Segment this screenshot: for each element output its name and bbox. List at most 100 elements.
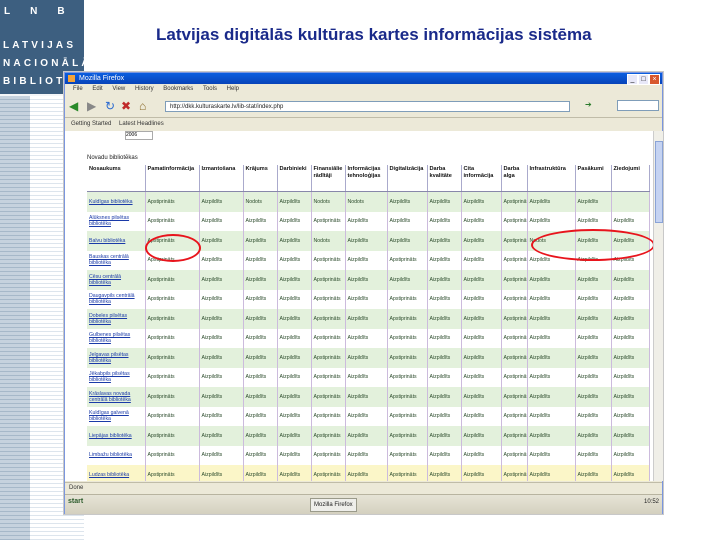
status-cell[interactable]: Aizpildīts [461, 289, 502, 309]
status-cell[interactable]: Aizpildīts [243, 250, 278, 270]
status-cell[interactable]: Apstiprināts [311, 250, 346, 270]
menu-view[interactable]: View [112, 86, 125, 92]
status-cell[interactable]: Aizpildīts [611, 445, 650, 465]
status-cell[interactable]: Apstiprināts [311, 387, 346, 407]
status-cell[interactable]: Aizpildīts [387, 231, 428, 251]
status-cell[interactable]: Aizpildīts [427, 367, 462, 387]
status-cell[interactable]: Apstiprināts [501, 231, 528, 251]
status-cell[interactable]: Apstiprināts [311, 445, 346, 465]
status-cell[interactable]: Aizpildīts [199, 270, 244, 290]
status-cell[interactable]: Aizpildīts [427, 231, 462, 251]
status-cell[interactable]: Nodots [345, 191, 388, 212]
status-cell[interactable]: Apstiprināts [145, 309, 200, 329]
menu-help[interactable]: Help [227, 86, 239, 92]
start-button[interactable]: start [68, 498, 83, 505]
library-name-link[interactable]: Daugavpils centrālā bibliotēka [87, 289, 146, 309]
status-cell[interactable]: Apstiprināts [501, 445, 528, 465]
status-cell[interactable]: Aizpildīts [277, 445, 312, 465]
library-name-link[interactable]: Cēsu centrālā bibliotēka [87, 270, 146, 290]
status-cell[interactable]: Aizpildīts [277, 426, 312, 446]
status-cell[interactable]: Apstiprināts [145, 406, 200, 426]
status-cell[interactable]: Apstiprināts [311, 367, 346, 387]
status-cell[interactable]: Aizpildīts [461, 328, 502, 348]
status-cell[interactable] [611, 191, 650, 212]
status-cell[interactable]: Aizpildīts [611, 406, 650, 426]
status-cell[interactable]: Aizpildīts [345, 348, 388, 368]
status-cell[interactable]: Aizpildīts [527, 406, 576, 426]
bookmark-latest-headlines[interactable]: Latest Headlines [119, 121, 164, 127]
status-cell[interactable]: Apstiprināts [311, 309, 346, 329]
status-cell[interactable]: Apstiprināts [501, 328, 528, 348]
status-cell[interactable]: Aizpildīts [243, 445, 278, 465]
library-name-link[interactable]: Dobeles pilsētas bibliotēka [87, 309, 146, 329]
status-cell[interactable]: Aizpildīts [427, 328, 462, 348]
status-cell[interactable]: Aizpildīts [345, 465, 388, 481]
status-cell[interactable]: Apstiprināts [145, 445, 200, 465]
status-cell[interactable]: Apstiprināts [145, 465, 200, 481]
status-cell[interactable]: Aizpildīts [199, 387, 244, 407]
status-cell[interactable]: Aizpildīts [575, 191, 612, 212]
library-name-link[interactable]: Kuldīgas bibliotēka [87, 191, 146, 212]
status-cell[interactable]: Aizpildīts [199, 231, 244, 251]
address-bar[interactable]: http://dkk.kulturaskarte.lv/lib-stat/ind… [165, 101, 570, 112]
status-cell[interactable]: Aizpildīts [427, 426, 462, 446]
status-cell[interactable]: Apstiprināts [311, 406, 346, 426]
status-cell[interactable]: Aizpildīts [527, 387, 576, 407]
status-cell[interactable]: Aizpildīts [277, 348, 312, 368]
library-name-link[interactable]: Ludzas bibliotēka [87, 465, 146, 481]
status-cell[interactable]: Aizpildīts [277, 231, 312, 251]
status-cell[interactable]: Apstiprināts [387, 309, 428, 329]
status-cell[interactable]: Aizpildīts [461, 309, 502, 329]
status-cell[interactable]: Apstiprināts [145, 387, 200, 407]
status-cell[interactable]: Aizpildīts [199, 406, 244, 426]
status-cell[interactable]: Aizpildīts [611, 270, 650, 290]
status-cell[interactable]: Apstiprināts [145, 348, 200, 368]
status-cell[interactable]: Apstiprināts [387, 445, 428, 465]
status-cell[interactable]: Aizpildīts [575, 328, 612, 348]
status-cell[interactable]: Aizpildīts [199, 465, 244, 481]
library-name-link[interactable]: Liepājas bibliotēka [87, 426, 146, 446]
status-cell[interactable]: Aizpildīts [461, 465, 502, 481]
library-name-link[interactable]: Jēkabpils pilsētas bibliotēka [87, 367, 146, 387]
library-name-link[interactable]: Jelgavas pilsētas bibliotēka [87, 348, 146, 368]
status-cell[interactable]: Aizpildīts [527, 367, 576, 387]
status-cell[interactable]: Aizpildīts [243, 309, 278, 329]
status-cell[interactable]: Aizpildīts [611, 328, 650, 348]
status-cell[interactable]: Aizpildīts [345, 289, 388, 309]
status-cell[interactable]: Apstiprināts [501, 309, 528, 329]
status-cell[interactable]: Apstiprināts [311, 289, 346, 309]
status-cell[interactable]: Aizpildīts [461, 231, 502, 251]
status-cell[interactable]: Aizpildīts [527, 465, 576, 481]
status-cell[interactable]: Apstiprināts [501, 270, 528, 290]
status-cell[interactable]: Aizpildīts [427, 406, 462, 426]
scrollbar-thumb[interactable] [655, 141, 663, 223]
status-cell[interactable]: Apstiprināts [387, 250, 428, 270]
status-cell[interactable]: Apstiprināts [311, 426, 346, 446]
status-cell[interactable]: Aizpildīts [427, 348, 462, 368]
status-cell[interactable]: Aizpildīts [461, 270, 502, 290]
library-name-link[interactable]: Kuldīgas galvenā bibliotēka [87, 406, 146, 426]
status-cell[interactable]: Aizpildīts [427, 465, 462, 481]
status-cell[interactable]: Aizpildīts [527, 270, 576, 290]
status-cell[interactable]: Aizpildīts [277, 211, 312, 231]
library-name-link[interactable]: Limbažu bibliotēka [87, 445, 146, 465]
status-cell[interactable]: Aizpildīts [611, 289, 650, 309]
status-cell[interactable]: Aizpildīts [611, 309, 650, 329]
status-cell[interactable]: Apstiprināts [387, 289, 428, 309]
status-cell[interactable]: Nodots [311, 231, 346, 251]
status-cell[interactable]: Apstiprināts [145, 367, 200, 387]
status-cell[interactable]: Aizpildīts [243, 426, 278, 446]
back-icon[interactable]: ◀ [69, 99, 78, 113]
search-input[interactable] [617, 100, 659, 111]
status-cell[interactable]: Aizpildīts [611, 211, 650, 231]
status-cell[interactable]: Aizpildīts [199, 289, 244, 309]
status-cell[interactable]: Aizpildīts [277, 270, 312, 290]
menu-history[interactable]: History [135, 86, 154, 92]
status-cell[interactable]: Aizpildīts [277, 387, 312, 407]
status-cell[interactable]: Aizpildīts [461, 445, 502, 465]
status-cell[interactable]: Aizpildīts [427, 289, 462, 309]
status-cell[interactable]: Aizpildīts [527, 191, 576, 212]
status-cell[interactable]: Aizpildīts [277, 289, 312, 309]
status-cell[interactable]: Aizpildīts [199, 328, 244, 348]
go-icon[interactable]: ➔ [585, 100, 592, 109]
